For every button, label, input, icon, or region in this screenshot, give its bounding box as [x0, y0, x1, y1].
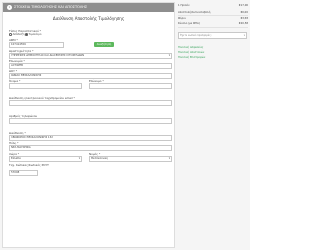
- country-value: Ελλάδα: [11, 157, 21, 160]
- summary-label: Σύνολο (με ΦΠΑ): [178, 22, 200, 25]
- last-name-field[interactable]: [89, 83, 172, 89]
- country-select[interactable]: Ελλάδα ▾: [9, 156, 82, 162]
- summary-value: €17,00: [238, 4, 248, 7]
- city-field[interactable]: ΝΕΑ ΜΑΓΝΗΣΙΑ: [9, 145, 172, 151]
- summary-label: Αποστολή/Αντικαταβολή: [178, 11, 211, 14]
- radio-dot-selected: [25, 33, 28, 36]
- activity-value: ΥΠΗΡΕΣΙΕΣ ΔΗΜΙΟΥΡΓΙΑΣ ΚΑΙ ΔΙΑΧΕΙΡΙΣΗΣ ΙΣ…: [11, 54, 85, 57]
- cart-summary: 1 Προϊόν €17,00 Αποστολή/Αντικαταβολή €0…: [178, 2, 248, 122]
- chevron-down-icon: ▾: [168, 54, 170, 57]
- summary-row-taxes: Φόροι €3,58: [178, 17, 248, 21]
- step-number: 1: [7, 5, 12, 10]
- postcode-label: Ταχ. Κώδικας/Κωδικός ΡΟΥΤ: [9, 163, 49, 167]
- panel-header[interactable]: 1 ΣΤΟΙΧΕΙΑ ΤΙΜΟΛΟΓΗΣΗΣ ΚΑΙ ΑΠΟΣΤΟΛΗΣ: [3, 3, 174, 12]
- shipping-policy-link[interactable]: Πολιτική Αποστολών: [178, 51, 204, 54]
- checkout-page: 1 ΣΤΟΙΧΕΙΑ ΤΙΜΟΛΟΓΗΣΗΣ ΚΑΙ ΑΠΟΣΤΟΛΗΣ Διε…: [0, 0, 250, 250]
- radio-invoice-label: Τιμολόγιο: [28, 33, 42, 36]
- company-field[interactable]: ACTIWEB: [9, 63, 172, 69]
- coupon-label: Έχετε κωδικό προσφοράς;: [180, 34, 212, 37]
- panel-header-title: ΣΤΟΙΧΕΙΑ ΤΙΜΟΛΟΓΗΣΗΣ ΚΑΙ ΑΠΟΣΤΟΛΗΣ: [14, 5, 88, 9]
- first-name-field[interactable]: [9, 83, 82, 89]
- radio-dot: [9, 33, 12, 36]
- afm-search-button[interactable]: Αναζήτηση ΑΦΜ: [94, 42, 114, 51]
- afm-field[interactable]: 107414556: [9, 42, 64, 48]
- billing-shipping-panel: 1 ΣΤΟΙΧΕΙΑ ΤΙΜΟΛΟΓΗΣΗΣ ΚΑΙ ΑΠΟΣΤΟΛΗΣ Διε…: [2, 2, 175, 248]
- summary-row-shipping: Αποστολή/Αντικαταβολή €0,00: [178, 11, 248, 15]
- postcode-field[interactable]: 57008: [9, 170, 38, 176]
- radio-invoice[interactable]: Τιμολόγιο: [25, 33, 41, 36]
- summary-row-products: 1 Προϊόν €17,00: [178, 4, 248, 8]
- chevron-down-icon: ▾: [243, 34, 245, 37]
- phone-field[interactable]: [9, 118, 172, 124]
- summary-row-total: Σύνολο (με ΦΠΑ) €20,58: [178, 22, 248, 26]
- coupon-dropdown[interactable]: Έχετε κωδικό προσφοράς; ▾: [178, 32, 247, 39]
- summary-label: Φόροι: [178, 17, 186, 20]
- summary-value: €3,58: [240, 17, 248, 20]
- divider: [178, 27, 248, 28]
- divider: [178, 15, 248, 16]
- activity-select[interactable]: ΥΠΗΡΕΣΙΕΣ ΔΗΜΙΟΥΡΓΙΑΣ ΚΑΙ ΔΙΑΧΕΙΡΙΣΗΣ ΙΣ…: [9, 53, 172, 59]
- summary-value: €0,00: [240, 11, 248, 14]
- chevron-down-icon: ▾: [168, 157, 170, 160]
- summary-label: 1 Προϊόν: [178, 4, 190, 7]
- section-title: Διεύθυνση Αποστολής Τιμολόγησης: [52, 16, 125, 21]
- security-policy-link[interactable]: Πολιτική Ασφαλείας: [178, 46, 203, 49]
- chevron-down-icon: ▾: [78, 157, 80, 160]
- radio-receipt[interactable]: Απόδειξη: [9, 33, 24, 36]
- region-select[interactable]: Θεσσαλονίκη ▾: [89, 156, 172, 162]
- radio-receipt-label: Απόδειξη: [12, 33, 25, 36]
- return-policy-link[interactable]: Πολιτική Επιστροφών: [178, 56, 205, 59]
- region-value: Θεσσαλονίκη: [91, 157, 109, 160]
- email-field[interactable]: [9, 100, 172, 106]
- address-field[interactable]: ΛΕΩΦΟΡΟΣ ΘΕΣΣΑΛΟΝΙΚΗΣ 132: [9, 135, 172, 141]
- summary-value: €20,58: [238, 22, 248, 25]
